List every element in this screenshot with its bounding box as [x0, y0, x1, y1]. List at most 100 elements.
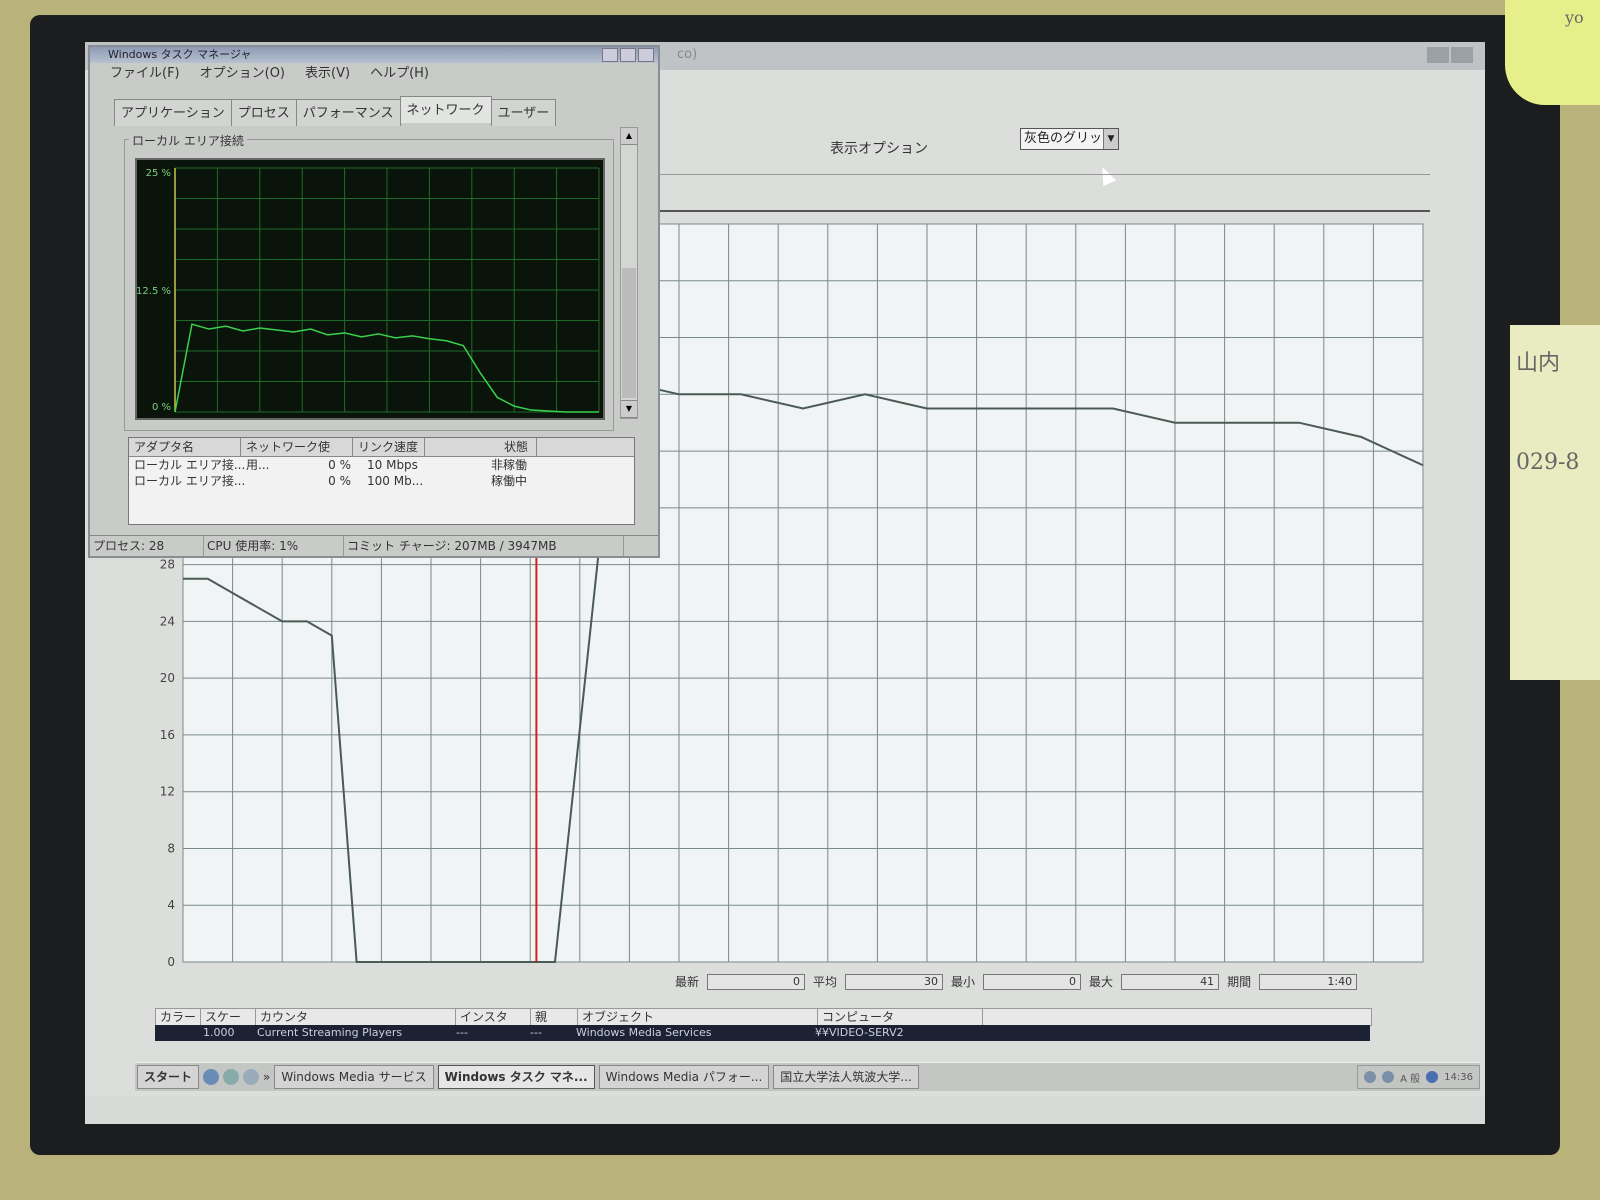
desktop-icon[interactable]	[223, 1069, 240, 1085]
tab-applications[interactable]: アプリケーション	[114, 99, 232, 126]
scrollbar[interactable]: ▲ ▼	[620, 127, 638, 419]
column-header-instance[interactable]: インスタ	[456, 1009, 531, 1025]
period-label: 期間	[1227, 975, 1252, 989]
column-header-counter[interactable]: カウンタ	[256, 1009, 456, 1025]
stats-row: 最新 0 平均 30 最小 0 最大 41 期間 1:40	[675, 973, 1358, 990]
column-header-adapter[interactable]: アダプタ名	[129, 438, 241, 456]
counter-object: Windows Media Services	[576, 1026, 712, 1039]
adapter-list-header: アダプタ名 ネットワーク使用... リンク速度 状態	[129, 438, 634, 472]
list-item[interactable]: ローカル エリア接... 0 % 100 Mb... 稼働中	[129, 473, 634, 489]
ime-indicator[interactable]: A 般	[1400, 1070, 1420, 1085]
network-groupbox: ローカル エリア接続 25 % 12.5 % 0 %	[124, 132, 614, 431]
start-button[interactable]: スタート	[137, 1065, 200, 1089]
status-bar: プロセス: 28 CPU 使用率: 1% コミット チャージ: 207MB / …	[90, 535, 658, 556]
scroll-thumb[interactable]	[622, 268, 636, 398]
counter-parent: ---	[530, 1026, 542, 1039]
minimize-button[interactable]	[1427, 47, 1449, 63]
menu-bar: ファイル(F) オプション(O) 表示(V) ヘルプ(H)	[90, 63, 658, 85]
y-tick-label: 0	[167, 955, 175, 969]
screen: co) 表示オプション 灰色のグリッド ▼ 524844403632282420…	[85, 42, 1485, 1124]
scroll-down-icon[interactable]: ▼	[621, 400, 637, 418]
task-manager-window[interactable]: Windows タスク マネージャ ファイル(F) オプション(O) 表示(V)…	[88, 45, 660, 558]
status-processes: プロセス: 28	[90, 536, 204, 556]
minimize-button[interactable]	[602, 48, 618, 62]
network-icon[interactable]	[1364, 1071, 1377, 1083]
column-header-usage[interactable]: ネットワーク使用...	[241, 438, 353, 472]
mouse-pointer-icon	[1095, 163, 1117, 187]
counter-row[interactable]: 1.000 Current Streaming Players --- --- …	[155, 1025, 1370, 1041]
volume-icon[interactable]	[1382, 1071, 1395, 1083]
task-manager-title: Windows タスク マネージャ	[108, 48, 252, 61]
grid-style-select[interactable]: 灰色のグリッド ▼	[1020, 128, 1119, 150]
column-header-state[interactable]: 状態	[425, 438, 537, 456]
taskbar-button-media-services[interactable]: Windows Media サービス	[274, 1065, 434, 1089]
system-tray: A 般 14:36	[1357, 1065, 1480, 1089]
sticky-note-line-2: 029-8	[1516, 450, 1580, 475]
adapter-list: アダプタ名 ネットワーク使用... リンク速度 状態 ローカル エリア接... …	[128, 437, 635, 525]
status-cpu: CPU 使用率: 1%	[204, 536, 344, 556]
media-player-icon[interactable]	[243, 1069, 260, 1085]
adapter-state: 非稼働	[490, 458, 527, 472]
task-manager-titlebar[interactable]: Windows タスク マネージャ	[90, 47, 658, 63]
avg-label: 平均	[813, 975, 838, 989]
taskbar-button-university[interactable]: 国立大学法人筑波大学...	[773, 1065, 919, 1089]
menu-file[interactable]: ファイル(F)	[110, 63, 180, 85]
graph-scale-label: 25 %	[146, 168, 171, 179]
column-header-computer[interactable]: コンピュータ	[818, 1009, 983, 1025]
scroll-up-icon[interactable]: ▲	[621, 128, 637, 145]
network-graph-frame: 25 % 12.5 % 0 %	[135, 158, 605, 420]
counter-list-header: カラー スケー カウンタ インスタ 親 オブジェクト コンピュータ	[155, 1008, 1372, 1026]
column-header-color[interactable]: カラー	[156, 1009, 201, 1025]
y-tick-label: 24	[160, 614, 175, 628]
tab-performance[interactable]: パフォーマンス	[295, 99, 401, 126]
column-header-scale[interactable]: スケー	[201, 1009, 256, 1025]
taskbar-button-task-manager[interactable]: Windows タスク マネ...	[437, 1065, 595, 1089]
clock[interactable]: 14:36	[1444, 1072, 1473, 1083]
counter-name: Current Streaming Players	[257, 1026, 403, 1039]
graph-scale-label: 0 %	[152, 402, 171, 413]
sticky-note: yo	[1505, 0, 1600, 105]
y-tick-label: 12	[160, 785, 175, 799]
column-header-speed[interactable]: リンク速度	[353, 438, 425, 456]
ie-icon[interactable]	[203, 1069, 220, 1085]
counter-color-swatch	[155, 1025, 199, 1041]
window-controls	[1427, 47, 1473, 63]
y-tick-label: 8	[167, 841, 175, 855]
divider	[660, 210, 1430, 212]
chevron-down-icon[interactable]: ▼	[1103, 129, 1118, 149]
tab-networking[interactable]: ネットワーク	[399, 96, 492, 123]
adapter-speed: 100 Mb...	[367, 474, 424, 488]
tab-users[interactable]: ユーザー	[490, 99, 557, 126]
menu-options[interactable]: オプション(O)	[200, 63, 285, 85]
menu-help[interactable]: ヘルプ(H)	[370, 63, 429, 85]
counter-computer: ¥¥VIDEO-SERV2	[815, 1026, 904, 1039]
close-button[interactable]	[638, 48, 654, 62]
taskbar: スタート » Windows Media サービス Windows タスク マネ…	[135, 1062, 1480, 1091]
adapter-state: 稼働中	[490, 474, 527, 488]
view-options-label: 表示オプション	[830, 141, 928, 157]
network-connection-label: ローカル エリア接続	[129, 132, 247, 149]
max-label: 最大	[1089, 975, 1114, 989]
column-header-object[interactable]: オブジェクト	[578, 1009, 818, 1025]
tab-processes[interactable]: プロセス	[230, 99, 297, 126]
chevron-right-icon[interactable]: »	[263, 1070, 270, 1084]
taskbar-button-media-performance[interactable]: Windows Media パフォー...	[598, 1065, 770, 1089]
network-usage-graph: 25 % 12.5 % 0 %	[136, 160, 603, 418]
period-value: 1:40	[1259, 973, 1358, 990]
latest-label: 最新	[675, 975, 700, 989]
menu-view[interactable]: 表示(V)	[305, 63, 350, 85]
maximize-button[interactable]	[620, 48, 636, 62]
close-button[interactable]	[1451, 47, 1473, 63]
y-tick-label: 28	[160, 558, 175, 572]
y-tick-label: 4	[167, 898, 175, 912]
counter-scale: 1.000	[203, 1026, 235, 1039]
column-header-parent[interactable]: 親	[531, 1009, 578, 1025]
graph-scale-label: 12.5 %	[137, 286, 171, 297]
help-icon[interactable]	[1426, 1071, 1439, 1083]
adapter-speed: 10 Mbps	[367, 458, 418, 472]
status-commit: コミット チャージ: 207MB / 3947MB	[344, 536, 624, 556]
avg-value: 30	[845, 973, 944, 990]
list-item[interactable]: ローカル エリア接... 0 % 10 Mbps 非稼働	[129, 457, 634, 473]
adapter-usage: 0 %	[328, 458, 351, 472]
adapter-usage: 0 %	[328, 474, 351, 488]
